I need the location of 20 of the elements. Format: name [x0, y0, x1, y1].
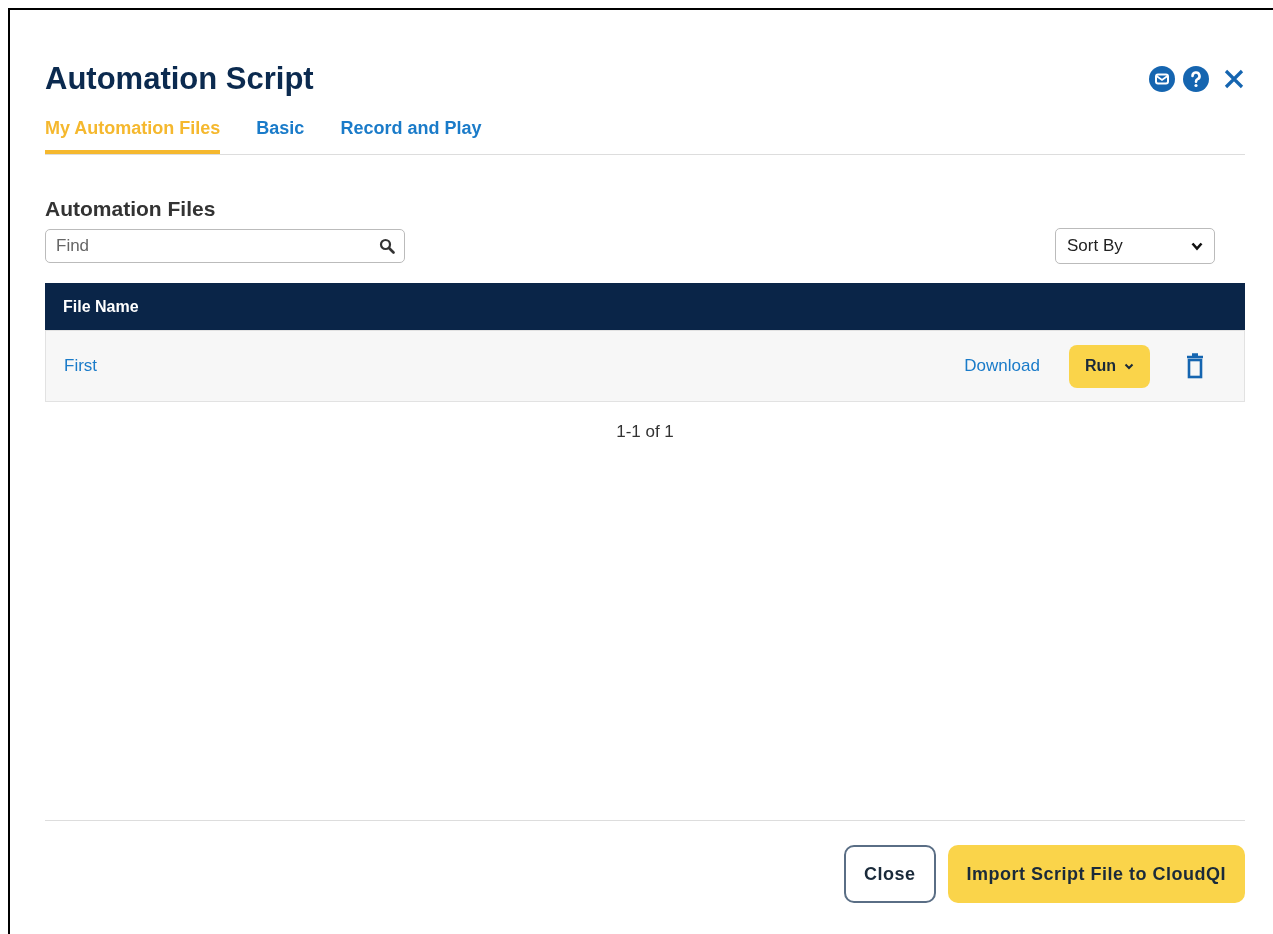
column-header: File Name — [63, 296, 139, 317]
close-icon[interactable] — [1223, 68, 1245, 91]
search-field[interactable]: Find — [45, 229, 405, 263]
run-button[interactable]: Run — [1068, 344, 1150, 388]
tab[interactable]: Basic — [256, 114, 305, 154]
mail-icon[interactable] — [1149, 66, 1175, 93]
import-button[interactable]: Import Script File to CloudQI — [947, 845, 1245, 903]
pagination-text: 1-1 of 1 — [615, 421, 675, 443]
dialog-title: Automation Script — [45, 60, 314, 98]
trash-icon[interactable] — [1186, 353, 1204, 379]
chevron-down-icon — [1124, 362, 1134, 370]
section-heading: Automation Files — [45, 195, 217, 222]
chevron-down-icon — [1191, 241, 1203, 251]
close-button[interactable]: Close — [843, 845, 936, 903]
tab[interactable]: Record and Play — [340, 114, 482, 154]
sort-dropdown[interactable]: Sort By — [1055, 228, 1215, 264]
help-icon[interactable] — [1183, 66, 1209, 93]
file-name-link[interactable]: First — [64, 353, 965, 379]
download-link[interactable]: Download — [964, 353, 1040, 379]
search-icon — [379, 238, 395, 254]
